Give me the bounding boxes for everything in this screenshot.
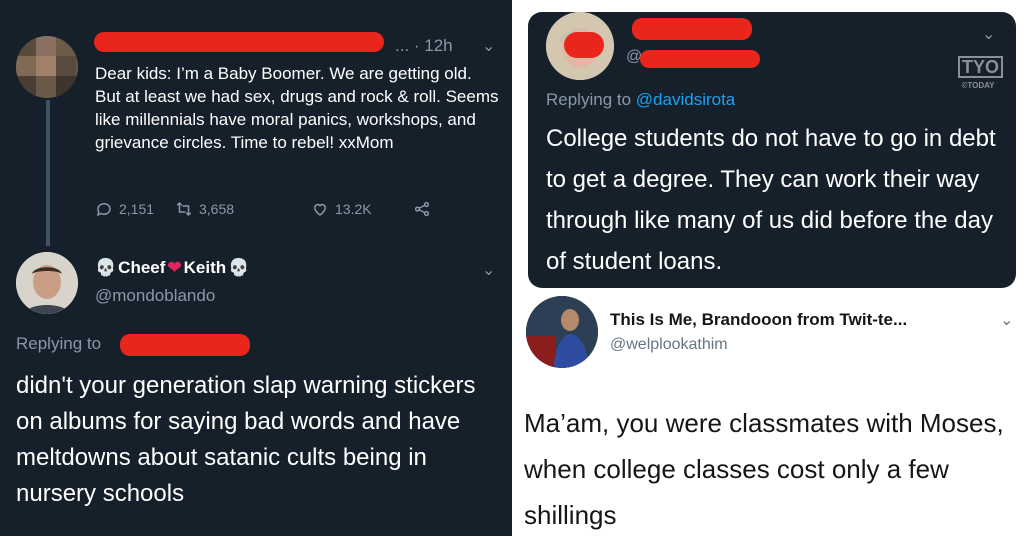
display-name[interactable]: 💀 Cheef ❤ Keith 💀 bbox=[95, 258, 249, 278]
tweet-text: College students do not have to go in de… bbox=[546, 125, 996, 275]
thread-line bbox=[46, 100, 50, 246]
retweet-icon bbox=[176, 201, 192, 217]
redacted-face bbox=[564, 32, 604, 58]
tweet-card: @ ⌄ TYO ©TODAY Replying to @davidsirota … bbox=[528, 12, 1016, 288]
chevron-down-icon[interactable]: ⌄ bbox=[482, 260, 495, 280]
skull-icon: 💀 bbox=[228, 258, 250, 277]
share-icon bbox=[414, 201, 430, 217]
like-count: 13.2K bbox=[335, 201, 372, 217]
chevron-down-icon[interactable]: ⌄ bbox=[982, 24, 995, 44]
redacted-name bbox=[94, 32, 384, 52]
retweet-count: 3,658 bbox=[199, 201, 235, 217]
redacted-handle bbox=[640, 50, 760, 68]
avatar[interactable] bbox=[16, 252, 78, 314]
tweet-text: didn't your generation slap warning stic… bbox=[16, 372, 476, 507]
reply-button[interactable]: 2,151 bbox=[95, 200, 154, 218]
replying-to-label: Replying to bbox=[546, 90, 632, 109]
avatar[interactable] bbox=[16, 36, 78, 98]
chevron-down-icon[interactable]: ⌄ bbox=[1000, 310, 1013, 330]
share-button[interactable] bbox=[413, 200, 431, 218]
display-name[interactable]: This Is Me, Brandooon from Twit-te... bbox=[610, 310, 907, 330]
skull-icon: 💀 bbox=[95, 258, 117, 277]
reply-icon bbox=[96, 202, 111, 217]
replying-to-label: Replying to bbox=[16, 334, 102, 353]
heart-icon: ❤ bbox=[167, 258, 182, 277]
tweet-text: Ma’am, you were classmates with Moses, w… bbox=[524, 408, 1004, 530]
tweet-text: Dear kids: I’m a Baby Boomer. We are get… bbox=[95, 64, 499, 152]
reply-count: 2,151 bbox=[119, 201, 155, 217]
user-handle[interactable]: @mondoblando bbox=[95, 286, 215, 306]
user-handle[interactable]: @welplookathim bbox=[610, 336, 728, 354]
retweet-button[interactable]: 3,658 bbox=[175, 200, 234, 218]
replying-to: Replying to bbox=[16, 334, 101, 354]
tweet-time: ... · 12h bbox=[395, 36, 453, 55]
mention-link[interactable]: @davidsirota bbox=[636, 90, 735, 109]
like-icon bbox=[313, 203, 327, 216]
watermark-main: TYO bbox=[958, 56, 1004, 78]
name-part-2: Keith bbox=[183, 258, 227, 277]
like-button[interactable]: 13.2K bbox=[311, 200, 372, 218]
avatar[interactable] bbox=[526, 296, 598, 368]
replying-to: Replying to @davidsirota bbox=[546, 90, 735, 110]
tyo-watermark: TYO ©TODAY bbox=[958, 56, 1004, 94]
redacted-mention bbox=[120, 334, 250, 356]
redacted-name bbox=[632, 18, 752, 40]
left-screenshot: ... · 12h ⌄ Dear kids: I’m a Baby Boomer… bbox=[0, 0, 512, 536]
chevron-down-icon[interactable]: ⌄ bbox=[482, 36, 495, 56]
watermark-sub: ©TODAY bbox=[961, 81, 995, 90]
name-part-1: Cheef bbox=[118, 258, 166, 277]
